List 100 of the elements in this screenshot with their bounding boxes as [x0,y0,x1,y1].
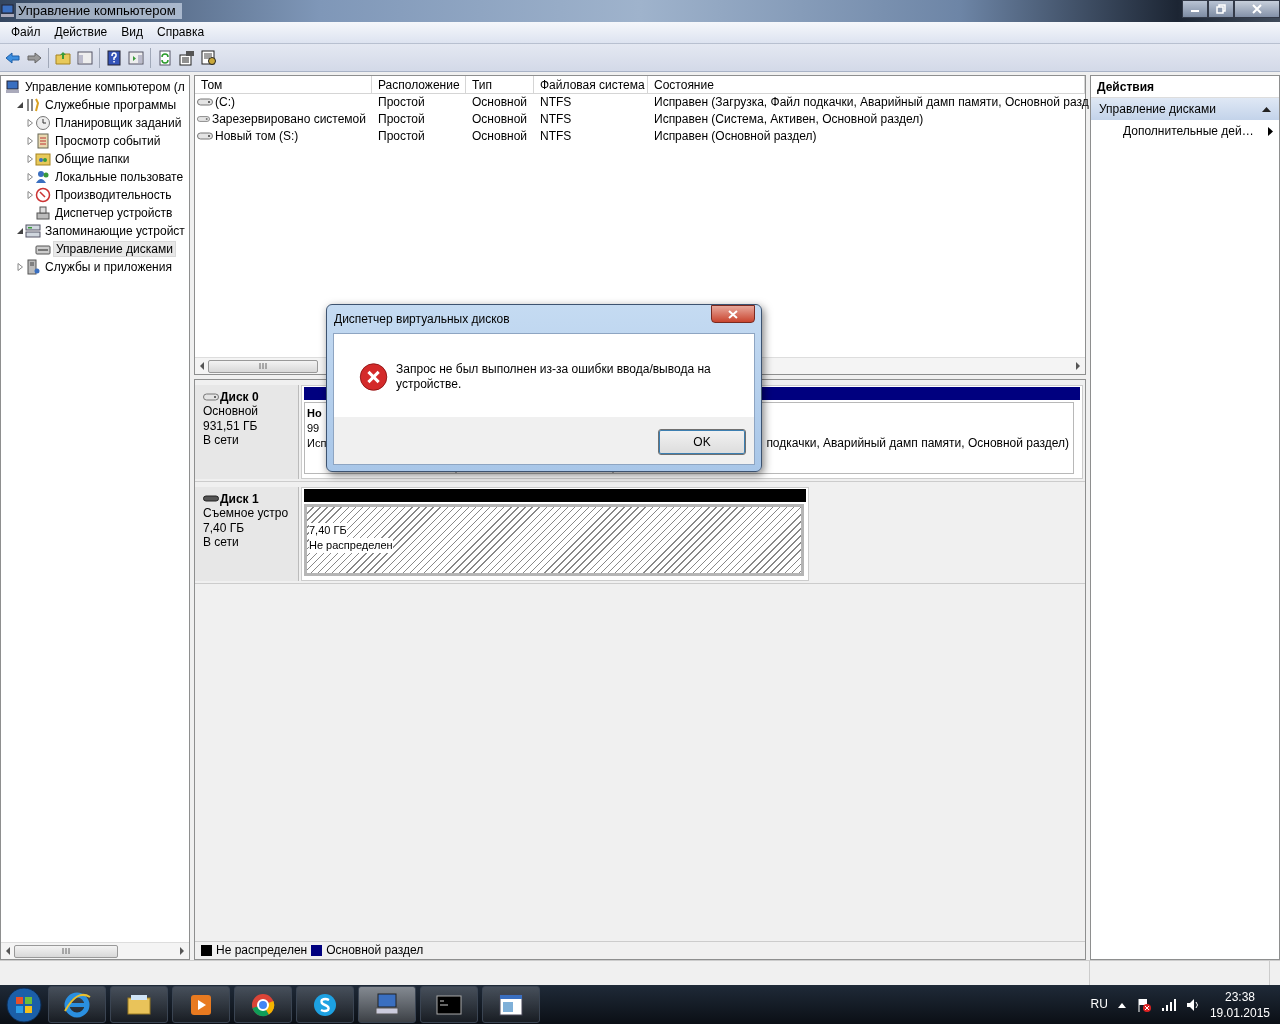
restore-button[interactable] [1208,0,1234,18]
table-cell-text: NTFS [539,95,573,110]
drive-icon [197,97,213,108]
collapse-arrow-icon[interactable] [1262,106,1271,112]
partition-text: Исп [307,436,328,451]
refresh-icon[interactable] [157,49,173,66]
speaker-icon[interactable] [1185,997,1200,1012]
menu-item[interactable]: Справка [150,25,212,40]
tree-node-icon [35,133,51,149]
close-icon [1252,4,1262,14]
drive-icon [197,114,210,125]
forward-arrow-icon[interactable] [26,49,42,66]
help-icon[interactable] [106,49,122,66]
minimize-button[interactable] [1182,0,1208,18]
tree-item[interactable]: Диспетчер устройств [53,205,175,221]
table-cell: Зарезервировано системой [211,112,366,127]
tree-item[interactable]: Управление дисками [53,240,176,258]
tree-item[interactable]: Локальные пользовате [53,169,186,185]
table-cell-text: NTFS [539,129,573,144]
tree-node-icon [35,169,51,185]
tree-item[interactable]: Общие папки [53,151,132,167]
partition-text: подкачки, Аварийный дамп памяти, Основной раздел) [766,436,1069,451]
browser-icon [63,990,91,1019]
table-cell-text: Основной [471,129,528,144]
partition-text: 7,40 ГБ [309,523,347,538]
column-header[interactable]: Тип [466,76,534,93]
tree-node-icon [25,97,41,113]
tree-item[interactable]: Просмотр событий [53,133,163,149]
tree-item[interactable]: Запоминающие устройст [43,223,187,239]
expand-arrow-icon[interactable] [26,137,34,145]
start-button-icon[interactable] [4,985,44,1024]
column-header[interactable]: Расположение [372,76,466,93]
show-hidden-icons-icon[interactable] [1117,1001,1126,1008]
table-cell-text: Исправен (Основной раздел) [653,129,818,144]
signal-icon[interactable] [1161,998,1176,1011]
restore-icon [1216,4,1226,14]
panel-icon[interactable] [128,49,144,66]
taskbar-button[interactable] [110,986,168,1023]
tree-node-icon [25,259,41,275]
collapse-arrow-icon[interactable] [16,227,24,235]
tree-item[interactable]: Служебные программы [43,97,179,113]
taskbar-button[interactable] [296,986,354,1023]
disk-info: Съемное устро [203,506,290,521]
ok-button[interactable]: OK [658,429,746,455]
menu-item[interactable]: Вид [114,25,150,40]
error-icon [359,360,389,394]
tree-item[interactable]: Управление компьютером (л [23,79,187,95]
scroll-right-icon[interactable] [178,946,186,956]
taskbar-button[interactable] [358,986,416,1023]
expand-arrow-icon[interactable] [26,191,34,199]
properties-icon[interactable] [179,49,195,66]
expand-arrow-icon[interactable] [26,173,34,181]
menu-item[interactable]: Файл [4,25,48,40]
collapse-arrow-icon[interactable] [16,101,24,109]
close-icon [728,309,738,319]
tree-item[interactable]: Планировщик заданий [53,115,184,131]
actions-section-header[interactable]: Управление дисками [1091,98,1279,120]
partition-text: Не распределен [309,538,393,553]
back-arrow-icon[interactable] [4,49,20,66]
language-indicator[interactable]: RU [1090,997,1108,1012]
tree-node-icon [35,151,51,167]
scrollbar-thumb[interactable] [208,359,318,373]
scroll-left-icon[interactable] [4,946,12,956]
drive-icon [197,131,213,142]
expand-arrow-icon[interactable] [26,119,34,127]
taskbar-button[interactable] [48,986,106,1023]
expand-arrow-icon[interactable] [16,263,24,271]
taskbar-button[interactable] [172,986,230,1023]
legend-label: Основной раздел [326,943,424,958]
export-icon[interactable] [201,49,217,66]
menu-item[interactable]: Действие [47,25,115,40]
close-button[interactable] [711,305,755,323]
scrollbar-thumb[interactable] [14,944,118,958]
tree-node-icon [35,205,51,221]
flag-icon[interactable] [1135,996,1152,1013]
column-header[interactable]: Том [195,76,372,93]
disk-info: В сети [203,535,240,550]
legend-label: Не распределен [216,943,308,958]
close-button[interactable] [1234,0,1280,18]
column-header[interactable]: Файловая система [534,76,648,93]
expand-arrow-icon[interactable] [26,155,34,163]
clock-time[interactable]: 23:38 [1209,988,1270,1005]
taskbar-button[interactable] [482,986,540,1023]
table-cell-text: Исправен (Система, Активен, Основной раздел) [653,112,925,127]
table-cell-text: Исправен (Загрузка, Файл подкачки, Аварийный дамп памяти, Основной разд [653,95,1090,110]
scroll-left-icon[interactable] [198,361,206,371]
disk-title: Диск 1 [220,492,259,507]
column-header[interactable]: Состояние [648,76,1085,93]
table-cell-text: Простой [377,95,426,110]
taskbar-button[interactable] [234,986,292,1023]
submenu-arrow-icon [1268,126,1273,136]
section-title: Управление дисками [1099,101,1216,117]
tree-item[interactable]: Производительность [53,187,174,203]
table-cell-text: Основной [471,95,528,110]
folder-icon[interactable] [55,49,71,66]
table-cell-text: NTFS [539,112,573,127]
clock-date[interactable]: 19.01.2015 [1209,1004,1270,1021]
tree-item[interactable]: Службы и приложения [43,259,174,275]
action-link[interactable]: Дополнительные дей… [1123,124,1254,139]
scroll-right-icon[interactable] [1074,361,1082,371]
